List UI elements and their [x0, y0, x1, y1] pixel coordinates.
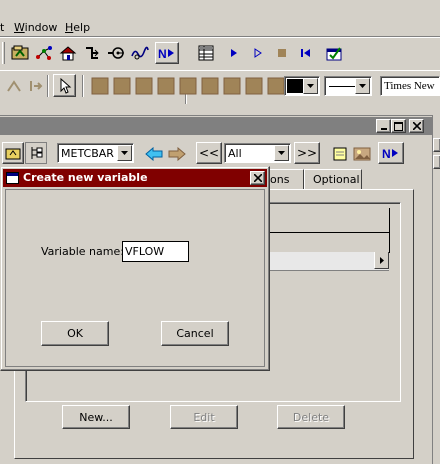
variable-set-value: METCBAR	[61, 147, 114, 160]
minimize-button[interactable]	[376, 119, 391, 133]
shape-swatch-icon[interactable]	[199, 75, 221, 97]
nav-next-button[interactable]: >>	[294, 142, 320, 164]
wave-icon[interactable]	[129, 42, 151, 64]
new-variable-button[interactable]: New...	[62, 405, 130, 429]
font-name-value: Times New	[384, 80, 435, 92]
network-icon[interactable]	[33, 42, 55, 64]
shape-swatch-icon[interactable]	[111, 75, 133, 97]
scroll-button[interactable]	[433, 155, 440, 169]
document-titlebar	[0, 117, 432, 135]
filter-select[interactable]: All	[224, 143, 291, 163]
ok-button[interactable]: OK	[41, 321, 109, 346]
list-row	[255, 232, 390, 253]
menu-item-tools-partial[interactable]: t	[0, 21, 4, 34]
branch-icon[interactable]	[81, 42, 103, 64]
step-icon[interactable]	[247, 42, 269, 64]
forward-arrow-icon[interactable]	[166, 143, 188, 165]
align-icon[interactable]	[3, 75, 25, 97]
pointer-icon[interactable]	[53, 74, 76, 97]
shape-swatch-icon[interactable]	[155, 75, 177, 97]
variable-name-value: VFLOW	[125, 245, 165, 258]
chevron-down-icon[interactable]	[303, 78, 318, 94]
dialog-title: Create new variable	[23, 171, 148, 184]
new-n-icon[interactable]: N	[155, 42, 179, 64]
distribute-icon[interactable]	[25, 75, 47, 97]
line-style-preview	[329, 86, 355, 87]
shape-swatch-icon[interactable]	[133, 75, 155, 97]
image-icon[interactable]	[351, 143, 373, 165]
line-style-picker[interactable]	[324, 76, 372, 96]
tab-optional[interactable]: Optional	[304, 169, 362, 189]
color-picker[interactable]	[284, 76, 320, 96]
delete-variable-button[interactable]: Delete	[277, 405, 345, 429]
svg-text:N: N	[158, 47, 167, 60]
chevron-down-icon[interactable]	[117, 145, 132, 161]
toolbar-separator	[47, 75, 49, 97]
maximize-button[interactable]	[391, 119, 406, 133]
toolbar-main: N	[0, 38, 440, 104]
shape-swatch-icon[interactable]	[177, 75, 199, 97]
window-app-icon	[6, 172, 19, 184]
scroll-button[interactable]	[433, 138, 440, 152]
nav-prev-button[interactable]: <<	[196, 142, 222, 164]
menu-item-help[interactable]: Help	[65, 21, 90, 34]
shape-swatch-icon[interactable]	[89, 75, 111, 97]
folder-up-icon[interactable]	[2, 142, 24, 164]
font-name-field[interactable]: Times New	[380, 76, 440, 96]
variable-name-label: Variable name:	[41, 245, 124, 258]
tree-view-icon[interactable]	[25, 142, 47, 164]
chevron-down-icon[interactable]	[355, 78, 370, 94]
toolbar-grip	[2, 42, 5, 64]
toolbar-separator	[82, 75, 84, 97]
note-icon[interactable]	[329, 143, 351, 165]
play-icon[interactable]	[223, 42, 245, 64]
filter-value: All	[228, 147, 242, 160]
dialog-close-button[interactable]	[250, 171, 265, 185]
cancel-button[interactable]: Cancel	[161, 321, 229, 346]
list-header-row	[255, 208, 390, 233]
rewind-icon[interactable]	[295, 42, 317, 64]
svg-text:N: N	[382, 147, 391, 160]
shape-swatch-icon[interactable]	[221, 75, 243, 97]
dialog-titlebar: Create new variable	[3, 169, 267, 187]
house-icon[interactable]	[57, 42, 79, 64]
scroll-right-button[interactable]	[374, 252, 389, 269]
new-n-icon[interactable]: N	[378, 142, 404, 164]
connect-icon[interactable]	[105, 42, 127, 64]
chevron-down-icon[interactable]	[274, 145, 289, 161]
menu-bar: t Window Help	[0, 0, 440, 36]
right-scroll-strip	[432, 115, 440, 464]
checklist-icon[interactable]	[323, 42, 345, 64]
edit-variable-button[interactable]: Edit	[170, 405, 238, 429]
spreadsheet-icon[interactable]	[195, 42, 217, 64]
color-swatch	[287, 79, 303, 93]
toolbar-format: Times New	[0, 70, 440, 100]
close-button[interactable]	[409, 119, 424, 133]
shape-swatch-icon[interactable]	[243, 75, 265, 97]
menu-item-window[interactable]: Window	[14, 21, 57, 34]
list-row-selected[interactable]	[255, 252, 389, 271]
create-variable-dialog: Create new variable Variable name: VFLOW…	[0, 166, 270, 371]
back-arrow-icon[interactable]	[143, 143, 165, 165]
open-model-icon[interactable]	[9, 42, 31, 64]
variable-set-select[interactable]: METCBAR	[57, 143, 134, 163]
stop-icon[interactable]	[271, 42, 293, 64]
variable-name-input[interactable]: VFLOW	[122, 241, 189, 262]
